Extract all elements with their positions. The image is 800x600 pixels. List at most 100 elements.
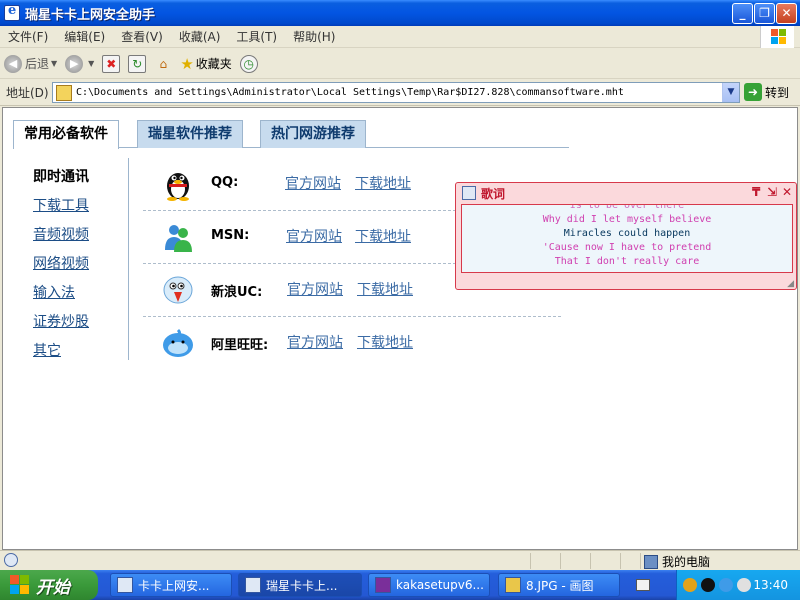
favorites-label: 收藏夹 <box>195 57 232 71</box>
back-label: 后退 <box>25 57 50 71</box>
zone-label: 我的电脑 <box>662 555 711 569</box>
software-row-aliwangwang: 阿里旺旺: 官方网站 下载地址 <box>143 317 561 370</box>
menu-favorites[interactable]: 收藏(A) <box>171 28 229 45</box>
forward-dropdown-icon[interactable]: ▼ <box>88 59 94 68</box>
download-link[interactable]: 下载地址 <box>355 173 411 193</box>
menu-help[interactable]: 帮助(H) <box>285 28 343 45</box>
start-button[interactable]: 开始 <box>0 570 98 600</box>
toolbar: ◀ 后退 ▼ ▶ ▼ ✖ ↻ ⌂ ★ 收藏夹 ◷ <box>0 49 800 79</box>
history-icon[interactable]: ◷ <box>239 54 258 73</box>
software-name: QQ: <box>211 175 239 190</box>
ie-icon <box>4 3 20 21</box>
paint-icon <box>505 577 521 593</box>
address-dropdown-icon[interactable]: ▼ <box>722 83 739 102</box>
taskbar-button-label: kakasetupv6... <box>396 578 484 592</box>
official-site-link[interactable]: 官方网站 <box>287 279 343 299</box>
tab-common-software[interactable]: 常用必备软件 <box>13 120 119 149</box>
taskbar-button[interactable]: 8.JPG - 画图 <box>498 573 620 597</box>
msn-buddy-icon <box>165 225 192 252</box>
page-icon <box>56 84 72 101</box>
winrar-icon <box>375 577 391 593</box>
nav-download-tools[interactable]: 下载工具 <box>33 195 133 224</box>
ie-icon <box>245 577 261 593</box>
go-label: 转到 <box>765 85 790 100</box>
stop-icon[interactable]: ✖ <box>102 54 121 73</box>
go-arrow-icon: ➜ <box>744 83 762 101</box>
nav-audio-video[interactable]: 音频视频 <box>33 224 133 253</box>
category-nav: 即时通讯 下载工具 音频视频 网络视频 输入法 证券炒股 其它 <box>33 166 133 369</box>
address-input[interactable]: C:\Documents and Settings\Administrator\… <box>52 82 740 103</box>
taskbar-button-active[interactable]: 瑞星卡卡上... <box>238 573 362 597</box>
restore-button[interactable]: ❐ <box>754 3 775 24</box>
forward-button[interactable]: ▶ ▼ <box>61 51 98 77</box>
favorites-star-icon: ★ <box>180 54 194 73</box>
official-site-link[interactable]: 官方网站 <box>285 173 341 193</box>
lyrics-line: Why did I let myself believe <box>542 214 712 225</box>
status-bar: 我的电脑 <box>0 550 800 570</box>
uc-tray-icon[interactable] <box>719 578 733 592</box>
lyrics-title: 歌词 <box>481 186 506 201</box>
nav-other[interactable]: 其它 <box>33 340 133 369</box>
lyrics-window[interactable]: 歌词 ₸ ⇲ ✕ Is to be over there Why did I l… <box>455 182 797 290</box>
menubar: 文件(F) 编辑(E) 查看(V) 收藏(A) 工具(T) 帮助(H) <box>0 26 800 48</box>
forward-arrow-icon: ▶ <box>65 54 84 73</box>
software-name: 新浪UC: <box>211 285 263 300</box>
address-url[interactable]: C:\Documents and Settings\Administrator\… <box>76 87 624 98</box>
taskbar-button-label: 瑞星卡卡上... <box>266 578 338 593</box>
software-name: 阿里旺旺: <box>211 338 269 353</box>
home-icon[interactable]: ⌂ <box>154 55 172 73</box>
resize-grip-icon[interactable]: ◢ <box>787 279 794 289</box>
my-computer-icon <box>644 554 658 569</box>
system-tray: 13:40 <box>676 570 800 600</box>
nav-input-method[interactable]: 输入法 <box>33 282 133 311</box>
keyboard-icon[interactable] <box>636 579 650 591</box>
refresh-icon[interactable]: ↻ <box>128 54 147 73</box>
menu-file[interactable]: 文件(F) <box>0 28 56 45</box>
menu-edit[interactable]: 编辑(E) <box>56 28 113 45</box>
ie-icon <box>117 577 133 593</box>
lyrics-text-area: Is to be over there Why did I let myself… <box>461 204 793 273</box>
menu-tools[interactable]: 工具(T) <box>228 28 285 45</box>
close-button[interactable]: ✕ <box>776 3 797 24</box>
back-dropdown-icon[interactable]: ▼ <box>51 59 57 68</box>
security-zone: 我的电脑 <box>644 553 710 570</box>
tab-hot-games[interactable]: 热门网游推荐 <box>260 120 366 148</box>
network-icon[interactable] <box>683 578 697 592</box>
shrink-icon[interactable]: ⇲ <box>767 185 777 199</box>
aliwangwang-icon <box>163 328 193 357</box>
address-label: 地址(D) <box>6 86 49 100</box>
page-status-icon <box>4 553 18 567</box>
pin-icon[interactable]: ₸ <box>752 185 760 199</box>
tab-rising-software[interactable]: 瑞星软件推荐 <box>137 120 243 148</box>
rising-tray-icon[interactable] <box>737 578 751 592</box>
nav-stocks[interactable]: 证券炒股 <box>33 311 133 340</box>
address-bar: 地址(D) C:\Documents and Settings\Administ… <box>0 80 800 106</box>
window-title: 瑞星卡卡上网安全助手 <box>25 7 156 23</box>
page-viewport: 常用必备软件 瑞星软件推荐 热门网游推荐 即时通讯 下载工具 音频视频 网络视频… <box>2 107 798 550</box>
back-button[interactable]: ◀ 后退 ▼ <box>0 51 61 77</box>
go-button[interactable]: ➜ 转到 <box>744 83 789 101</box>
lyrics-close-icon[interactable]: ✕ <box>782 185 792 199</box>
lyrics-header[interactable]: 歌词 ₸ ⇲ ✕ <box>456 183 796 203</box>
windows-logo-icon <box>760 26 794 48</box>
download-link[interactable]: 下载地址 <box>357 279 413 299</box>
official-site-link[interactable]: 官方网站 <box>287 332 343 352</box>
nav-web-video[interactable]: 网络视频 <box>33 253 133 282</box>
minimize-button[interactable]: _ <box>732 3 753 24</box>
taskbar: 开始 卡卡上网安... 瑞星卡卡上... kakasetupv6... 8.JP… <box>0 570 800 600</box>
lyrics-line: That I don't really care <box>554 256 700 267</box>
taskbar-button[interactable]: 卡卡上网安... <box>110 573 232 597</box>
favorites-button[interactable]: ★ 收藏夹 <box>176 51 235 77</box>
windows-flag-icon <box>10 575 30 595</box>
download-link[interactable]: 下载地址 <box>357 332 413 352</box>
taskbar-button[interactable]: kakasetupv6... <box>368 573 490 597</box>
back-arrow-icon: ◀ <box>4 54 22 73</box>
clock[interactable]: 13:40 <box>753 578 788 592</box>
nav-im[interactable]: 即时通讯 <box>33 166 133 195</box>
qq-penguin-icon <box>167 173 189 201</box>
download-link[interactable]: 下载地址 <box>355 226 411 246</box>
qq-tray-icon[interactable] <box>701 578 715 592</box>
lyrics-line: Is to be over there <box>569 204 685 211</box>
official-site-link[interactable]: 官方网站 <box>286 226 342 246</box>
menu-view[interactable]: 查看(V) <box>113 28 171 45</box>
